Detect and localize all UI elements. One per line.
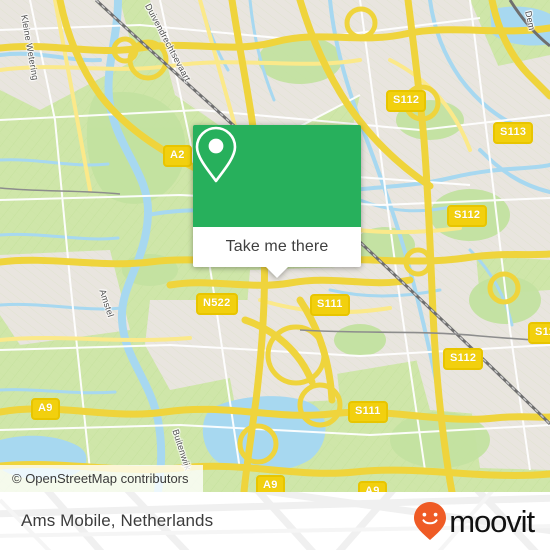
- road-shield[interactable]: A9: [256, 475, 285, 492]
- popup-thumbnail: [193, 125, 361, 227]
- road-shield[interactable]: S112: [447, 205, 488, 227]
- road-shield[interactable]: A9: [358, 481, 387, 492]
- footer-bar: Ams Mobile, Netherlands moovit: [0, 492, 550, 550]
- road-shield[interactable]: S113: [493, 122, 534, 144]
- road-shield[interactable]: S111: [310, 294, 350, 316]
- moovit-wordmark: moovit: [449, 503, 535, 539]
- location-popup-card[interactable]: Take me there: [193, 125, 361, 278]
- page-title: Ams Mobile, Netherlands: [21, 511, 214, 530]
- road-shield[interactable]: N522: [196, 293, 238, 315]
- road-shield[interactable]: A2: [163, 145, 192, 167]
- road-shield[interactable]: S112: [443, 348, 484, 370]
- map-canvas[interactable]: A2 S112 S113 S112 N522 S111 S11 S112 S11…: [0, 0, 550, 492]
- take-me-there-button[interactable]: Take me there: [193, 227, 361, 267]
- road-shield[interactable]: S112: [386, 90, 427, 112]
- road-shield[interactable]: A9: [31, 398, 60, 420]
- take-me-there-label: Take me there: [225, 238, 329, 255]
- map-attribution[interactable]: © OpenStreetMap contributors: [0, 465, 203, 492]
- popup-tail: [266, 267, 288, 278]
- road-shield[interactable]: S11: [528, 322, 550, 344]
- moovit-smiley-pin-icon: [414, 502, 447, 540]
- moovit-location-card: A2 S112 S113 S112 N522 S111 S11 S112 S11…: [0, 0, 550, 550]
- map-pin-icon: [195, 126, 237, 183]
- moovit-logo[interactable]: moovit: [413, 501, 535, 541]
- attribution-text: © OpenStreetMap contributors: [12, 471, 189, 486]
- road-shield[interactable]: S111: [348, 401, 388, 423]
